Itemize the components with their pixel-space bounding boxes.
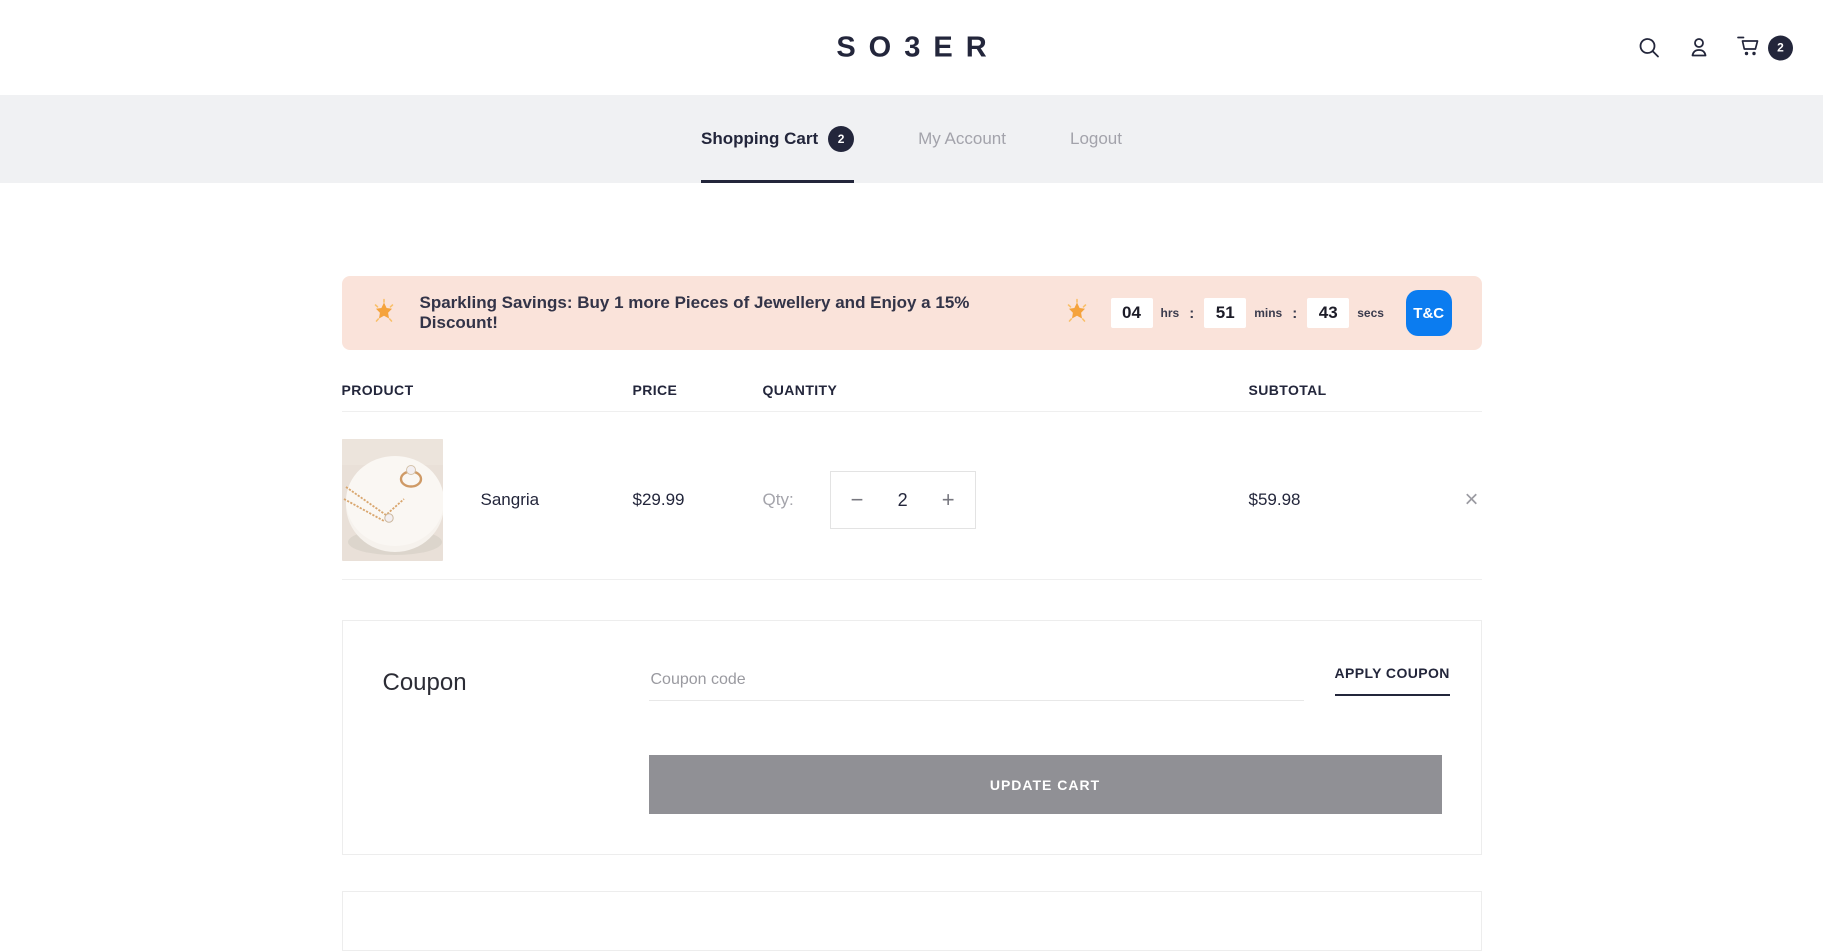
quantity-control: Qty: − 2 +	[763, 471, 1249, 529]
promo-message: Sparkling Savings: Buy 1 more Pieces of …	[420, 293, 1045, 333]
timer-minutes-value: 51	[1204, 298, 1246, 328]
cart-count-badge: 2	[1768, 35, 1793, 60]
cart-table-header: PRODUCT PRICE QUANTITY SUBTOTAL	[342, 382, 1482, 412]
qty-label: Qty:	[763, 490, 794, 510]
quantity-stepper: − 2 +	[830, 471, 976, 529]
timer-seconds-label: secs	[1357, 306, 1384, 320]
timer-seconds-value: 43	[1307, 298, 1349, 328]
cart-button[interactable]: 2	[1736, 33, 1793, 62]
timer-separator: :	[1189, 305, 1194, 322]
nav-tab-label: My Account	[918, 129, 1006, 149]
cart-items-badge: 2	[828, 126, 854, 152]
nav-tab-label: Logout	[1070, 129, 1122, 149]
timer-hours-value: 04	[1111, 298, 1153, 328]
update-cart-button[interactable]: UPDATE CART	[649, 755, 1442, 814]
nav-tab-logout[interactable]: Logout	[1070, 95, 1122, 183]
discount-countdown-timer: 04 hrs : 51 mins : 43 secs	[1111, 298, 1384, 328]
search-icon[interactable]	[1636, 35, 1662, 61]
site-header: SO3ER 2	[0, 0, 1823, 95]
column-header-price: PRICE	[633, 382, 763, 398]
brand-logo[interactable]: SO3ER	[823, 31, 999, 64]
increase-quantity-button[interactable]: +	[942, 489, 955, 511]
decrease-quantity-button[interactable]: −	[851, 489, 864, 511]
product-name[interactable]: Sangria	[443, 490, 633, 510]
timer-hours-label: hrs	[1161, 306, 1180, 320]
cart-totals-card-partial	[342, 891, 1482, 951]
quantity-value[interactable]: 2	[898, 490, 908, 511]
header-icons: 2	[1636, 33, 1793, 62]
cart-page-content: Sparkling Savings: Buy 1 more Pieces of …	[342, 276, 1482, 951]
product-price: $29.99	[633, 490, 763, 510]
product-image[interactable]	[342, 439, 443, 561]
promo-banner: Sparkling Savings: Buy 1 more Pieces of …	[342, 276, 1482, 350]
column-header-subtotal: SUBTOTAL	[1249, 382, 1459, 398]
column-header-product: PRODUCT	[342, 382, 633, 398]
coupon-code-input[interactable]	[649, 659, 1304, 701]
cart-item-row: Sangria $29.99 Qty: − 2 + $59.98 ×	[342, 412, 1482, 580]
active-tab-underline	[701, 180, 854, 183]
cart-icon	[1736, 33, 1762, 62]
terms-and-conditions-button[interactable]: T&C	[1406, 290, 1452, 336]
remove-item-button[interactable]: ×	[1459, 487, 1485, 513]
item-subtotal: $59.98	[1249, 490, 1459, 510]
account-icon[interactable]	[1686, 35, 1712, 61]
apply-coupon-button[interactable]: APPLY COUPON	[1335, 665, 1450, 696]
sparkle-star-icon	[372, 298, 396, 329]
coupon-section: Coupon APPLY COUPON UPDATE CART	[342, 620, 1482, 855]
column-header-quantity: QUANTITY	[763, 382, 1249, 398]
sparkle-star-icon	[1065, 298, 1089, 329]
timer-separator: :	[1292, 305, 1297, 322]
account-nav: Shopping Cart 2 My Account Logout	[0, 95, 1823, 183]
nav-tab-label: Shopping Cart	[701, 129, 818, 149]
timer-minutes-label: mins	[1254, 306, 1282, 320]
nav-tab-shopping-cart[interactable]: Shopping Cart 2	[701, 95, 854, 183]
nav-tab-my-account[interactable]: My Account	[918, 95, 1006, 183]
coupon-title: Coupon	[383, 669, 467, 697]
